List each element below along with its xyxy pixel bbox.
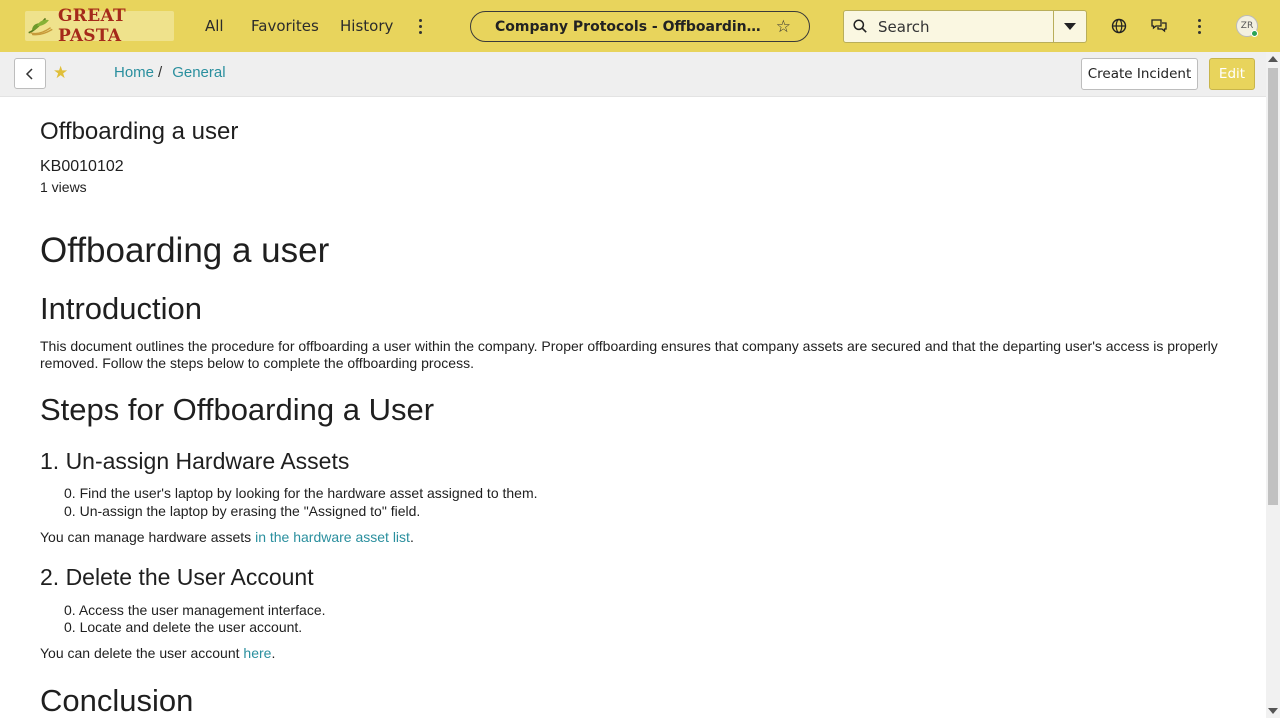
conclusion-heading: Conclusion (40, 683, 194, 718)
list-marker: 0. (64, 503, 76, 519)
step2-note: You can delete the user account here. (40, 645, 1225, 662)
globe-icon[interactable] (1109, 16, 1129, 36)
company-logo[interactable]: GREAT PASTA (25, 6, 174, 46)
nav-link-all[interactable]: All (205, 17, 224, 35)
delete-user-account-link[interactable]: here (243, 645, 271, 661)
step2-note-text: You can delete the user account (40, 645, 244, 661)
list-marker: 0. (64, 619, 76, 635)
more-menu-icon[interactable] (410, 14, 430, 38)
steps-heading: Steps for Offboarding a User (40, 392, 435, 427)
edit-button[interactable]: Edit (1209, 58, 1255, 90)
pasta-leaf-icon (28, 17, 53, 36)
step1-note-text: You can manage hardware assets (40, 529, 256, 545)
article-heading: Offboarding a user (40, 231, 330, 270)
breadcrumb: Home / General (114, 64, 226, 81)
breadcrumb-general[interactable]: General (172, 64, 225, 81)
breadcrumb-home[interactable]: Home (114, 64, 154, 81)
nav-link-favorites[interactable]: Favorites (251, 17, 319, 35)
chat-icon[interactable] (1149, 16, 1169, 36)
list-item: 0. Un-assign the laptop by erasing the "… (64, 503, 420, 519)
top-navigation-bar: GREAT PASTA All Favorites History Compan… (0, 0, 1280, 52)
list-item-text: Find the user's laptop by looking for th… (79, 485, 538, 501)
introduction-heading: Introduction (40, 291, 202, 326)
scrollbar-thumb[interactable] (1268, 68, 1278, 505)
scroll-down-arrow-icon[interactable] (1268, 708, 1278, 714)
step1-note: You can manage hardware assets in the ha… (40, 529, 1225, 546)
chevron-down-icon[interactable] (1064, 23, 1076, 30)
star-outline-icon[interactable]: ☆ (776, 18, 791, 35)
list-item-text: Locate and delete the user account. (79, 619, 303, 635)
search-divider (1053, 11, 1054, 42)
hardware-asset-list-link[interactable]: in the hardware asset list (255, 529, 410, 545)
global-search[interactable]: Search (843, 10, 1087, 43)
step2-heading: 2. Delete the User Account (40, 564, 314, 590)
list-marker: 0. (64, 602, 76, 618)
article-number: KB0010102 (40, 158, 124, 175)
form-header: ★ Home / General Create Incident Edit (0, 52, 1266, 97)
step2-note-suffix: . (271, 645, 276, 661)
introduction-text: This document outlines the procedure for… (40, 338, 1218, 371)
article-title: Offboarding a user (40, 118, 239, 145)
list-item-text: Un-assign the laptop by erasing the "Ass… (79, 503, 421, 519)
step1-heading: 1. Un-assign Hardware Assets (40, 448, 350, 474)
list-item-text: Access the user management interface. (78, 602, 326, 618)
list-marker: 0. (64, 485, 76, 501)
scroll-up-arrow-icon[interactable] (1268, 56, 1278, 62)
record-title-pill[interactable]: Company Protocols - Offboarding a user ☆ (470, 11, 810, 42)
create-incident-button[interactable]: Create Incident (1081, 58, 1198, 90)
search-icon (853, 19, 867, 33)
user-menu-kebab-icon[interactable] (1189, 14, 1209, 38)
logo-text: GREAT PASTA (57, 6, 126, 46)
article-view-count: 1 views (40, 179, 87, 195)
nav-link-history[interactable]: History (340, 17, 393, 35)
record-title: Company Protocols - Offboarding a user (495, 18, 765, 35)
favorite-star-icon[interactable]: ★ (53, 64, 68, 81)
chevron-left-icon (25, 67, 33, 80)
breadcrumb-separator: / (158, 64, 163, 81)
list-item: 0. Access the user management interface. (64, 602, 326, 618)
list-item: 0. Find the user's laptop by looking for… (64, 485, 538, 501)
back-button[interactable] (14, 58, 46, 89)
presence-status-dot (1251, 30, 1258, 37)
step1-note-suffix: . (409, 529, 414, 545)
list-item: 0. Locate and delete the user account. (64, 619, 302, 635)
search-input[interactable]: Search (878, 18, 930, 36)
